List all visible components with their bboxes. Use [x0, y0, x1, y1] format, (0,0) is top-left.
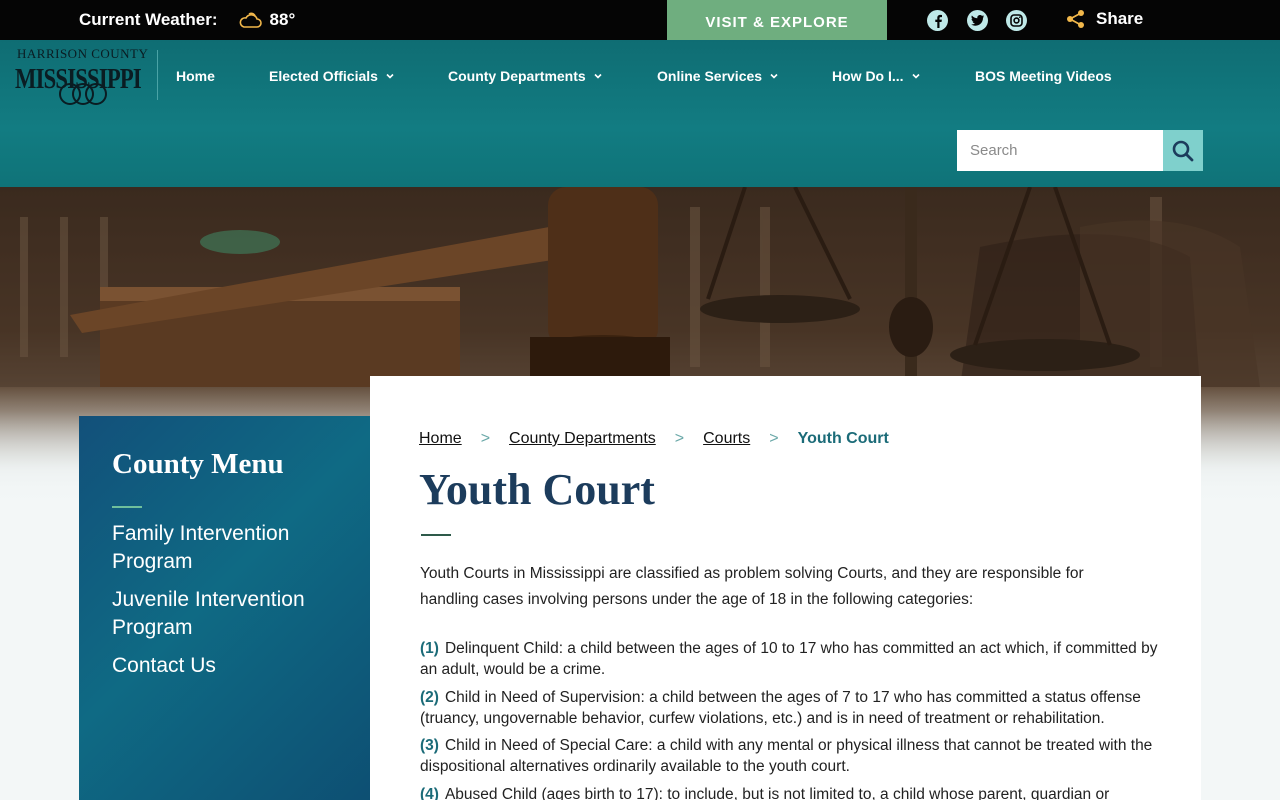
page-title-underline [421, 534, 451, 536]
sidebar-link-contact-us[interactable]: Contact Us [112, 652, 352, 680]
breadcrumb-courts[interactable]: Courts [703, 430, 750, 448]
nav-elected-officials-label: Elected Officials [269, 68, 378, 84]
nav-elected-officials[interactable]: Elected Officials [269, 68, 394, 84]
county-menu-sidebar: County Menu Family Intervention Program … [79, 416, 370, 800]
breadcrumb-home[interactable]: Home [419, 430, 462, 448]
category-number: (1) [420, 640, 439, 657]
share-button[interactable]: Share [1066, 9, 1143, 29]
facebook-icon[interactable] [927, 10, 948, 31]
nav-home[interactable]: Home [176, 68, 215, 84]
search-input[interactable] [957, 130, 1163, 171]
sidebar-title: County Menu [112, 448, 284, 480]
logo-divider [157, 50, 158, 100]
instagram-icon[interactable] [1006, 10, 1027, 31]
share-label: Share [1096, 9, 1144, 28]
content-card: Home > County Departments > Courts > You… [370, 376, 1201, 800]
sidebar-title-underline [112, 506, 142, 508]
nav-how-do-i[interactable]: How Do I... [832, 68, 920, 84]
category-text: Child in Need of Special Care: a child w… [420, 737, 1153, 775]
sidebar-link-juvenile-intervention[interactable]: Juvenile Intervention Program [112, 586, 352, 642]
nav-home-label: Home [176, 68, 215, 84]
top-bar: Current Weather: 88° VISIT & EXPLORE Sha… [0, 0, 1280, 51]
nav-online-services-label: Online Services [657, 68, 763, 84]
temperature: 88° [269, 10, 296, 29]
breadcrumb-current: Youth Court [797, 430, 889, 447]
logo-county-text: HARRISON COUNTY [17, 46, 149, 61]
weather-label: Current Weather: [79, 10, 218, 29]
breadcrumb-county-departments[interactable]: County Departments [509, 430, 656, 448]
chevron-down-icon [911, 73, 920, 79]
breadcrumb-separator: > [480, 430, 491, 447]
search-button[interactable] [1163, 130, 1203, 171]
nav-bos-meeting-videos[interactable]: BOS Meeting Videos [975, 68, 1112, 84]
visit-explore-label: VISIT & EXPLORE [705, 14, 849, 31]
twitter-icon[interactable] [967, 10, 988, 31]
share-icon [1067, 10, 1084, 28]
category-item: (2) Child in Need of Supervision: a child… [420, 687, 1160, 729]
category-text: Child in Need of Supervision: a child be… [420, 689, 1141, 727]
breadcrumb-separator: > [674, 430, 685, 447]
chevron-down-icon [770, 73, 778, 79]
sidebar-link-family-intervention[interactable]: Family Intervention Program [112, 520, 352, 576]
partly-cloudy-icon [239, 12, 262, 28]
category-item: (4) Abused Child (ages birth to 17): to i… [420, 784, 1160, 800]
chevron-down-icon [386, 73, 394, 79]
category-number: (2) [420, 689, 439, 706]
category-number: (3) [420, 737, 439, 754]
site-header: HARRISON COUNTY MISSISSIPPI Home Elected… [0, 40, 1280, 187]
harrison-county-logo[interactable]: HARRISON COUNTY MISSISSIPPI [14, 46, 158, 108]
category-text: Abused Child (ages birth to 17): to incl… [444, 786, 1110, 800]
nav-online-services[interactable]: Online Services [657, 68, 778, 84]
page-title: Youth Court [419, 465, 655, 514]
nav-bos-meeting-videos-label: BOS Meeting Videos [975, 68, 1112, 84]
search-icon [1172, 140, 1194, 161]
category-text: Delinquent Child: a child between the ag… [420, 640, 1158, 678]
intro-paragraph: Youth Courts in Mississippi are classifi… [420, 565, 1084, 608]
nav-county-departments[interactable]: County Departments [448, 68, 602, 84]
category-item: (3) Child in Need of Special Care: a chil… [420, 735, 1160, 777]
nav-how-do-i-label: How Do I... [832, 68, 904, 84]
nav-county-departments-label: County Departments [448, 68, 586, 84]
category-number: (4) [420, 786, 439, 800]
category-item: (1) Delinquent Child: a child between the… [420, 638, 1160, 680]
chevron-down-icon [594, 73, 602, 79]
breadcrumb-separator: > [769, 430, 779, 447]
breadcrumb: Home > County Departments > Courts > You… [419, 430, 889, 448]
logo-rings-icon [59, 83, 107, 105]
weather-widget[interactable]: Current Weather: 88° [79, 10, 295, 30]
